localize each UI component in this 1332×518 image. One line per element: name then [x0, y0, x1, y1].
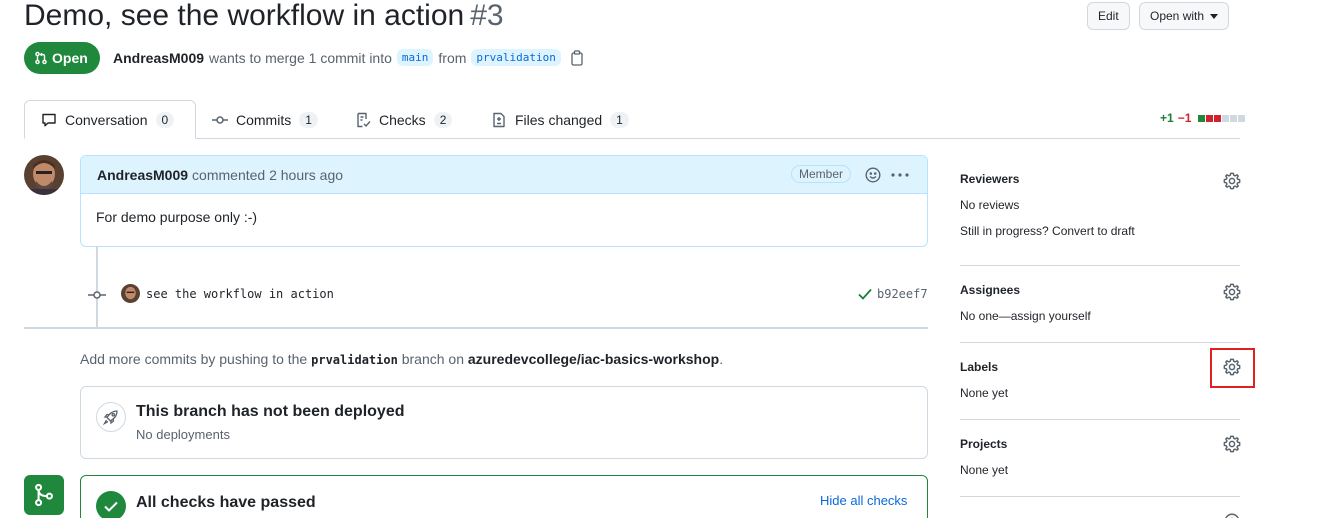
tab-commits[interactable]: Commits 1 — [196, 100, 334, 139]
status-badge: Open — [24, 42, 100, 74]
check-icon[interactable] — [858, 288, 872, 300]
tab-counter: 1 — [610, 111, 629, 128]
from-text: from — [438, 49, 467, 66]
pr-number: #3 — [470, 0, 504, 32]
commit-avatar[interactable] — [121, 284, 140, 303]
diffstat-block — [1238, 114, 1246, 122]
pr-title: Demo, see the workflow in action — [24, 0, 465, 32]
sidebar-divider — [960, 419, 1240, 420]
projects-none: None yet — [960, 463, 1009, 477]
file-diff-icon — [491, 112, 507, 128]
check-circle-icon — [96, 491, 126, 518]
assignees-gear-icon[interactable] — [1223, 283, 1241, 301]
labels-heading[interactable]: Labels — [960, 360, 998, 374]
diffstat-block — [1198, 114, 1206, 122]
labels-none: None yet — [960, 386, 1009, 400]
reviewers-gear-icon[interactable] — [1223, 172, 1241, 190]
commit-sha[interactable]: b92eef7 — [877, 287, 928, 301]
tab-counter: 1 — [299, 111, 318, 128]
reviewers-none: No reviews — [960, 198, 1020, 212]
commit-message[interactable]: see the workflow in action — [146, 287, 334, 301]
projects-heading[interactable]: Projects — [960, 437, 1007, 451]
edit-button[interactable]: Edit — [1087, 2, 1130, 30]
push-note: Add more commits by pushing to the prval… — [80, 351, 723, 367]
milestone-gear-icon[interactable] — [1223, 512, 1241, 518]
push-note-middle: branch on — [401, 351, 464, 367]
diffstat-block — [1230, 114, 1238, 122]
diffstat-blocks — [1197, 114, 1246, 122]
push-note-suffix: . — [719, 351, 724, 367]
deployment-title: This branch has not been deployed — [136, 403, 405, 420]
base-branch[interactable]: main — [396, 49, 434, 66]
rocket-icon — [96, 402, 126, 432]
meta-text: wants to merge 1 commit into — [209, 49, 392, 66]
reviewers-heading[interactable]: Reviewers — [960, 172, 1019, 186]
sidebar-divider — [960, 342, 1240, 343]
open-with-label: Open with — [1150, 9, 1205, 23]
tab-label: Files changed — [515, 111, 603, 128]
comment-header: AndreasM009 commented 2 hours ago Member — [81, 156, 927, 194]
status-label: Open — [52, 50, 88, 66]
push-note-branch: prvalidation — [311, 353, 398, 367]
timeline-separator — [24, 327, 928, 329]
tab-label: Commits — [236, 111, 292, 128]
open-with-button[interactable]: Open with — [1139, 2, 1230, 30]
push-note-repo[interactable]: azuredevcollege/iac-basics-workshop — [468, 351, 719, 367]
tab-label: Conversation — [65, 111, 148, 128]
tab-files-changed[interactable]: Files changed 1 — [475, 100, 645, 139]
sidebar-divider — [960, 496, 1240, 497]
page-title: Demo, see the workflow in action #3 — [24, 0, 504, 35]
checklist-icon — [355, 112, 371, 128]
deployment-box: This branch has not been deployed No dep… — [80, 386, 928, 459]
pr-meta: AndreasM009 wants to merge 1 commit into… — [113, 49, 584, 66]
tab-conversation[interactable]: Conversation 0 — [24, 100, 196, 139]
tab-counter: 2 — [433, 111, 453, 128]
diffstat: +1 −1 — [1160, 111, 1246, 125]
checks-title: All checks have passed — [136, 494, 316, 511]
comment-icon — [41, 112, 57, 128]
push-note-prefix: Add more commits by pushing to the — [80, 351, 308, 367]
diff-deletions: −1 — [1177, 111, 1192, 125]
copy-icon[interactable] — [570, 49, 584, 66]
checks-box: All checks have passed Hide all checks — [80, 475, 928, 518]
comment-card: AndreasM009 commented 2 hours ago Member… — [80, 155, 928, 247]
pull-request-icon — [34, 51, 48, 65]
avatar[interactable] — [24, 155, 64, 195]
author-link[interactable]: AndreasM009 — [113, 50, 204, 66]
hide-checks-link[interactable]: Hide all checks — [820, 493, 907, 508]
kebab-horizontal-icon[interactable] — [891, 173, 909, 177]
smiley-icon[interactable] — [865, 167, 881, 183]
comment-time[interactable]: commented 2 hours ago — [192, 167, 343, 183]
edit-button-label: Edit — [1098, 9, 1119, 23]
comment-body: For demo purpose only :-) — [96, 209, 258, 225]
commit-icon — [88, 287, 106, 303]
highlight-box — [1210, 348, 1255, 388]
tab-label: Checks — [379, 111, 426, 128]
assignees-heading[interactable]: Assignees — [960, 283, 1020, 297]
comment-author[interactable]: AndreasM009 — [97, 167, 188, 183]
diff-additions: +1 — [1160, 111, 1174, 125]
diffstat-block — [1206, 114, 1214, 122]
head-branch[interactable]: prvalidation — [471, 49, 561, 66]
commit-icon — [212, 112, 228, 128]
tab-counter: 0 — [155, 111, 175, 128]
sidebar-divider — [960, 265, 1240, 266]
diffstat-block — [1222, 114, 1230, 122]
tab-checks[interactable]: Checks 2 — [339, 100, 468, 139]
commit-row: see the workflow in action b92eef7 — [88, 284, 928, 306]
projects-gear-icon[interactable] — [1223, 435, 1241, 453]
member-badge: Member — [790, 165, 851, 183]
diffstat-block — [1214, 114, 1222, 122]
git-merge-icon — [24, 475, 64, 515]
triangle-down-icon — [1210, 13, 1219, 19]
assign-yourself-link[interactable]: No one—assign yourself — [960, 309, 1091, 323]
convert-to-draft-link[interactable]: Still in progress? Convert to draft — [960, 224, 1135, 238]
deployment-subtitle: No deployments — [136, 427, 230, 442]
